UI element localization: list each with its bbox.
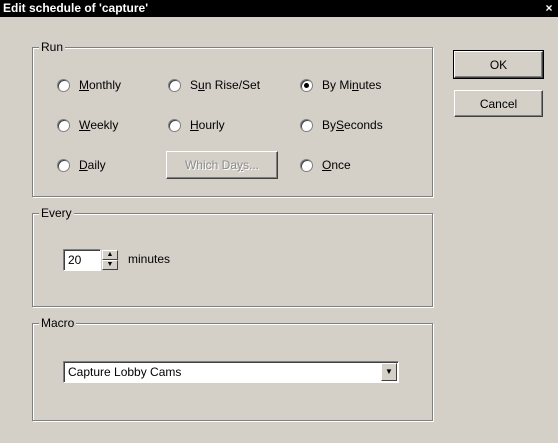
radio-hourly[interactable]: Hourly	[168, 117, 225, 133]
interval-input[interactable]: 20	[63, 249, 101, 271]
cancel-button[interactable]: Cancel	[454, 90, 543, 117]
title-bar: Edit schedule of 'capture' ×	[0, 0, 558, 17]
spin-down-icon[interactable]: ▼	[102, 260, 118, 270]
radio-button-icon	[300, 158, 313, 172]
radio-sun-rise-set[interactable]: Sun Rise/Set	[168, 77, 260, 93]
macro-select[interactable]: Capture Lobby Cams	[63, 361, 399, 383]
radio-daily[interactable]: Daily	[57, 157, 106, 173]
radio-button-icon	[57, 158, 70, 172]
dialog-body: Run Monthly Sun Rise/Set By Mi n utes Week…	[0, 17, 558, 443]
radio-button-icon	[168, 78, 181, 92]
radio-button-icon	[57, 78, 70, 92]
radio-by-seconds[interactable]: By Seconds	[300, 117, 383, 133]
close-icon[interactable]: ×	[542, 1, 556, 15]
chevron-down-icon[interactable]: ▼	[381, 363, 397, 381]
radio-button-icon	[168, 118, 181, 132]
which-days-button[interactable]: Which Da y s...	[166, 151, 278, 179]
macro-group-label: Macro	[39, 316, 77, 330]
radio-weekly[interactable]: Weekly	[57, 117, 118, 133]
radio-button-icon	[57, 118, 70, 132]
every-group: Every 20 ▲ ▼ minutes	[32, 206, 433, 307]
radio-button-selected-icon	[300, 78, 313, 92]
every-group-label: Every	[39, 206, 74, 220]
radio-button-icon	[300, 118, 313, 132]
interval-stepper[interactable]: ▲ ▼	[102, 250, 118, 270]
window-title: Edit schedule of 'capture'	[3, 1, 149, 15]
interval-unit-label: minutes	[128, 252, 171, 266]
macro-group: Macro Capture Lobby Cams ▼	[32, 316, 433, 421]
spin-up-icon[interactable]: ▲	[102, 250, 118, 260]
run-group: Run Monthly Sun Rise/Set By Mi n utes Week…	[32, 40, 433, 197]
run-group-label: Run	[39, 40, 66, 54]
radio-by-minutes[interactable]: By Mi n utes	[300, 77, 381, 93]
radio-once[interactable]: Once	[300, 157, 351, 173]
ok-button[interactable]: OK	[453, 50, 544, 79]
radio-monthly[interactable]: Monthly	[57, 77, 121, 93]
